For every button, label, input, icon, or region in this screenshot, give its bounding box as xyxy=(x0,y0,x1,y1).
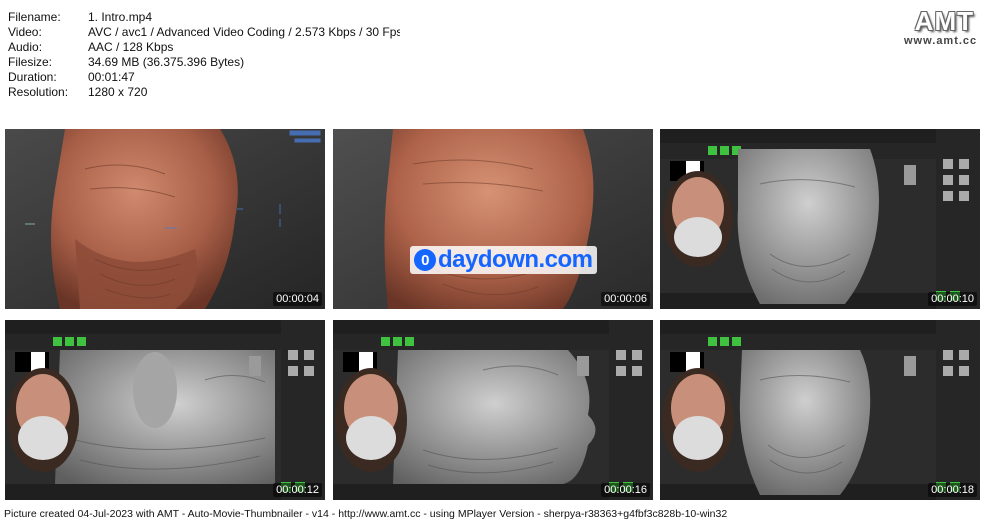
amt-logo: AMT www.amt.cc xyxy=(904,6,978,47)
thumbnail-timestamp: 00:00:18 xyxy=(928,483,977,497)
frame-sculpt-app-front-2 xyxy=(660,320,980,500)
thumbnail-timestamp: 00:00:10 xyxy=(928,292,977,306)
resolution-label: Resolution: xyxy=(8,85,69,97)
filesize-label: Filesize: xyxy=(8,55,53,69)
file-info-panel: Filename: 1. Intro.mp4 Video: AVC / avc1 /… xyxy=(0,0,400,97)
filesize-value: 34.69 MB (36.375.396 Bytes) xyxy=(88,55,245,69)
watermark-mark: 0 xyxy=(414,249,436,271)
thumbnail-timestamp: 00:00:12 xyxy=(273,483,322,497)
video-label: Video: xyxy=(8,25,42,39)
amt-logo-url: www.amt.cc xyxy=(904,35,978,47)
video-value: AVC / avc1 / Advanced Video Coding / 2.5… xyxy=(88,25,400,39)
thumbnail-timestamp: 00:00:04 xyxy=(273,292,322,306)
duration-value: 00:01:47 xyxy=(88,70,135,84)
filename-value: 1. Intro.mp4 xyxy=(88,10,153,24)
frame-clay-bust-side xyxy=(5,129,325,309)
thumbnail-1[interactable]: 00:00:04 xyxy=(5,129,325,309)
thumbnail-5[interactable]: 00:00:16 xyxy=(333,320,653,500)
frame-sculpt-app-profile xyxy=(333,320,653,500)
thumbnail-6[interactable]: 00:00:18 xyxy=(660,320,980,500)
thumbnail-timestamp: 00:00:06 xyxy=(601,292,650,306)
amt-logo-text: AMT xyxy=(914,6,974,36)
filename-label: Filename: xyxy=(8,10,61,24)
audio-label: Audio: xyxy=(8,40,43,54)
frame-sculpt-app-front xyxy=(660,129,980,309)
frame-clay-bust-watermark xyxy=(333,129,653,309)
thumbnail-timestamp: 00:00:16 xyxy=(601,483,650,497)
frame-sculpt-app-closeup xyxy=(5,320,325,500)
footer-credit: Picture created 04-Jul-2023 with AMT - A… xyxy=(4,508,728,520)
audio-value: AAC / 128 Kbps xyxy=(88,40,174,54)
thumbnail-2[interactable]: 0 daydown.com 00:00:06 xyxy=(333,129,653,309)
daydown-watermark: 0 daydown.com xyxy=(410,246,597,274)
thumbnail-3[interactable]: 00:00:10 xyxy=(660,129,980,309)
watermark-text: daydown.com xyxy=(438,246,593,273)
duration-label: Duration: xyxy=(8,70,57,84)
thumbnail-4[interactable]: 00:00:12 xyxy=(5,320,325,500)
resolution-value: 1280 x 720 xyxy=(88,85,148,97)
